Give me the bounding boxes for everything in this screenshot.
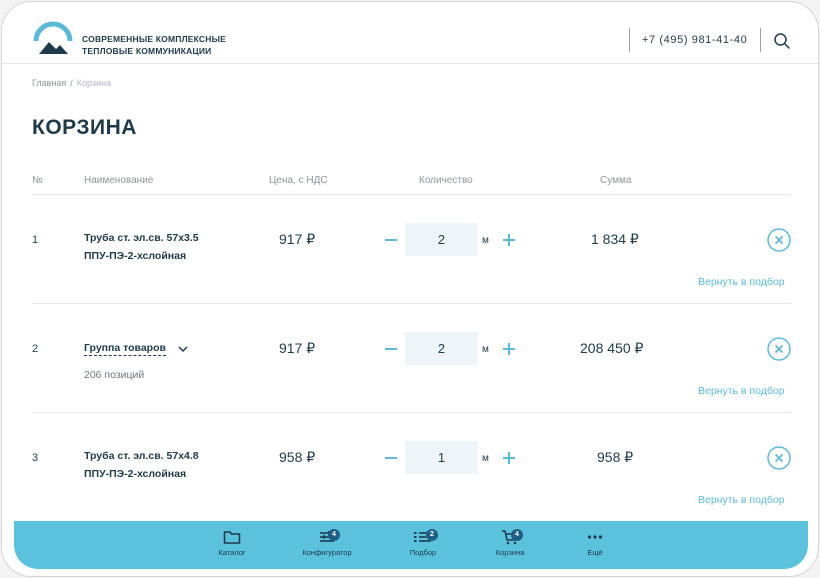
product-name-line-1: Труба ст. эл.св. 57x4.8 (84, 450, 199, 462)
plus-icon[interactable] (502, 451, 516, 465)
unit-price: 917 ₽ (279, 340, 316, 356)
logo-icon[interactable] (32, 20, 74, 56)
brand-line-2: ТЕПЛОВЫЕ КОММУНИКАЦИИ (82, 46, 212, 56)
plus-icon[interactable] (502, 233, 516, 247)
row-number: 3 (32, 452, 39, 464)
return-to-selection-link[interactable]: Вернуть в подбор (698, 494, 785, 506)
breadcrumb-home[interactable]: Главная (32, 78, 66, 88)
plus-icon[interactable] (502, 342, 516, 356)
nav-more[interactable]: Ещё (555, 529, 635, 557)
bottom-nav: Каталог Конфигуратор 4 Подбор 2 Корзина … (14, 521, 808, 569)
unit-price: 917 ₽ (279, 231, 316, 247)
unit-label: м (482, 344, 489, 355)
breadcrumb: Главная / Корзина (32, 78, 111, 88)
breadcrumb-separator: / (70, 78, 73, 88)
brand-line-1: СОВРЕМЕННЫЕ КОМПЛЕКСНЫЕ (82, 34, 226, 44)
more-icon (587, 535, 603, 539)
remove-icon[interactable] (767, 337, 791, 361)
row-number: 2 (32, 343, 39, 355)
column-header-num: № (32, 175, 43, 186)
row-sum: 1 834 ₽ (591, 231, 639, 247)
nav-label: Корзина (495, 548, 525, 557)
column-header-name: Наименование (84, 175, 154, 186)
nav-label: Конфигуратор (302, 548, 352, 557)
badge-selection-count: 2 (426, 529, 438, 541)
unit-label: м (482, 453, 489, 464)
minus-icon[interactable] (384, 233, 398, 247)
divider (32, 412, 791, 413)
divider (760, 28, 761, 52)
app-frame: СОВРЕМЕННЫЕ КОМПЛЕКСНЫЕ ТЕПЛОВЫЕ КОММУНИ… (1, 1, 819, 577)
row-sum: 958 ₽ (597, 449, 634, 465)
unit-label: м (482, 235, 489, 246)
product-name[interactable]: Труба ст. эл.св. 57x3.5 ППУ-ПЭ-2-хслойна… (84, 229, 199, 265)
quantity-input[interactable] (405, 441, 478, 474)
product-name-line-2: ППУ-ПЭ-2-хслойная (84, 468, 187, 480)
nav-label: Каталог (218, 548, 246, 557)
product-name-line-1: Труба ст. эл.св. 57x3.5 (84, 232, 199, 244)
brand-name: СОВРЕМЕННЫЕ КОМПЛЕКСНЫЕ ТЕПЛОВЫЕ КОММУНИ… (82, 33, 226, 57)
divider (32, 303, 791, 304)
nav-label: Подбор (409, 548, 437, 557)
nav-configurator[interactable]: Конфигуратор (287, 529, 367, 557)
quantity-input[interactable] (405, 332, 478, 365)
nav-selection[interactable]: Подбор (383, 529, 463, 557)
column-header-qty: Количество (419, 175, 473, 186)
divider (629, 28, 630, 52)
minus-icon[interactable] (384, 342, 398, 356)
minus-icon[interactable] (384, 451, 398, 465)
product-group-toggle[interactable]: Группа товаров (84, 342, 166, 356)
remove-icon[interactable] (767, 228, 791, 252)
divider (32, 194, 791, 195)
column-header-sum: Сумма (600, 175, 632, 186)
chevron-down-icon[interactable] (177, 343, 189, 355)
product-name-line-2: ППУ-ПЭ-2-хслойная (84, 250, 187, 262)
badge-configurator-count: 4 (328, 529, 340, 541)
product-name[interactable]: Труба ст. эл.св. 57x4.8 ППУ-ПЭ-2-хслойна… (84, 447, 199, 483)
nav-catalog[interactable]: Каталог (192, 529, 272, 557)
positions-count: 206 позиций (84, 369, 145, 381)
breadcrumb-current: Корзина (76, 78, 112, 88)
phone-link[interactable]: +7 (495) 981-41-40 (642, 34, 747, 46)
column-header-price: Цена, с НДС (269, 175, 328, 186)
header: СОВРЕМЕННЫЕ КОМПЛЕКСНЫЕ ТЕПЛОВЫЕ КОММУНИ… (2, 2, 818, 64)
nav-label: Ещё (587, 548, 603, 557)
unit-price: 958 ₽ (279, 449, 316, 465)
quantity-input[interactable] (405, 223, 478, 256)
search-icon[interactable] (773, 32, 791, 50)
return-to-selection-link[interactable]: Вернуть в подбор (698, 276, 785, 288)
remove-icon[interactable] (767, 446, 791, 470)
row-sum: 208 450 ₽ (580, 340, 644, 356)
folder-icon (223, 531, 241, 544)
badge-cart-count: 4 (511, 529, 523, 541)
return-to-selection-link[interactable]: Вернуть в подбор (698, 385, 785, 397)
nav-cart[interactable]: Корзина (470, 529, 550, 557)
row-number: 1 (32, 234, 39, 246)
page-title: КОРЗИНА (32, 116, 137, 139)
